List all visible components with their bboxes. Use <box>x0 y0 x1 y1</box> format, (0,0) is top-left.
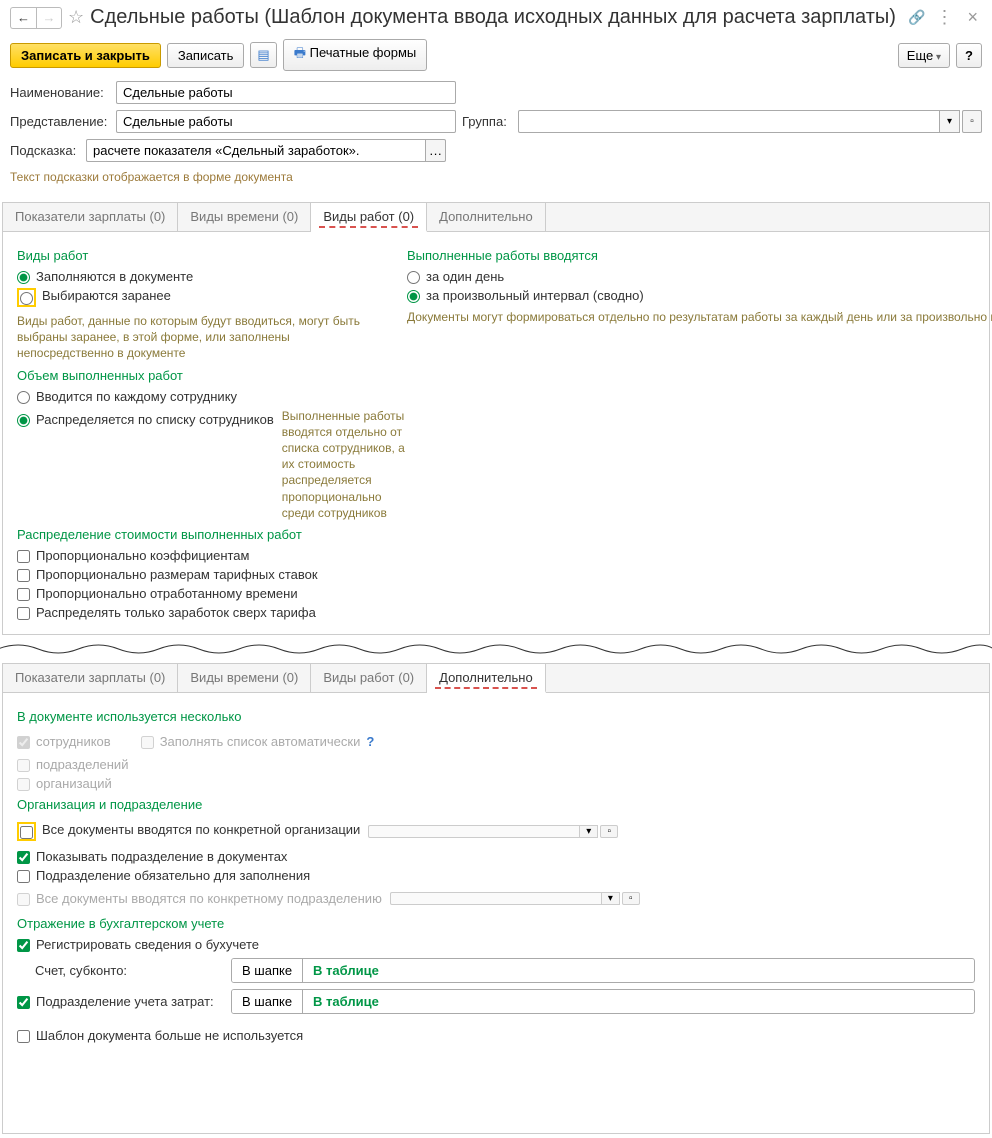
tab2-time-types[interactable]: Виды времени (0) <box>178 664 311 692</box>
radio-per-employee[interactable] <box>17 391 30 404</box>
link-icon[interactable]: 🔗 <box>908 9 925 26</box>
hint-note: Текст подсказки отображается в форме док… <box>10 168 982 192</box>
radio-by-list[interactable] <box>17 414 30 427</box>
section-work-types: Виды работ <box>17 248 377 263</box>
check-autofill <box>141 736 154 749</box>
repr-input[interactable] <box>116 110 456 133</box>
tab2-work-types[interactable]: Виды работ (0) <box>311 664 427 692</box>
favorite-icon[interactable]: ☆ <box>68 7 84 28</box>
check-all-dept <box>17 893 30 906</box>
org-dropdown-icon: ▾ <box>580 825 598 838</box>
toolbar: Записать и закрыть Записать ▤ 🖶 Печатные… <box>0 35 992 75</box>
hint-label: Подсказка: <box>10 143 80 158</box>
torn-separator <box>0 639 992 659</box>
account-header-button[interactable]: В шапке <box>232 959 303 982</box>
group-open-icon[interactable]: ▫ <box>962 110 982 133</box>
help-icon[interactable]: ? <box>366 734 374 749</box>
work-types-note: Виды работ, данные по которым будут ввод… <box>17 313 377 362</box>
cost-dept-toggle: В шапке В таблице <box>231 989 975 1014</box>
repr-label: Представление: <box>10 114 110 129</box>
volume-note: Выполненные работы вводятся отдельно от … <box>282 408 412 521</box>
print-button[interactable]: 🖶 Печатные формы <box>283 39 428 71</box>
group-select[interactable] <box>518 110 940 133</box>
check-show-dept[interactable] <box>17 851 30 864</box>
dept-open-icon: ▫ <box>622 892 640 905</box>
section-multi: В документе используется несколько <box>17 709 975 724</box>
account-toggle: В шапке В таблице <box>231 958 975 983</box>
account-table-button[interactable]: В таблице <box>303 959 389 982</box>
hint-input[interactable] <box>86 139 426 162</box>
section-accounting: Отражение в бухгалтерском учете <box>17 916 975 931</box>
done-works-note: Документы могут формироваться отдельно п… <box>407 309 992 325</box>
tab-salary-indicators[interactable]: Показатели зарплаты (0) <box>3 203 178 231</box>
radio-fill-in-doc[interactable] <box>17 271 30 284</box>
check-not-used[interactable] <box>17 1030 30 1043</box>
org-open-icon: ▫ <box>600 825 618 838</box>
tabs-panel2: Показатели зарплаты (0) Виды времени (0)… <box>3 664 989 693</box>
name-input[interactable] <box>116 81 456 104</box>
kebab-icon[interactable]: ⋮ <box>931 7 957 28</box>
more-button[interactable]: Еще <box>898 43 950 68</box>
costdept-table-button[interactable]: В таблице <box>303 990 389 1013</box>
section-distribution: Распределение стоимости выполненных рабо… <box>17 527 975 542</box>
check-tariff-rates[interactable] <box>17 569 30 582</box>
check-cost-dept[interactable] <box>17 996 30 1009</box>
tab-additional[interactable]: Дополнительно <box>427 203 546 231</box>
close-icon[interactable]: × <box>963 7 982 28</box>
save-close-button[interactable]: Записать и закрыть <box>10 43 161 68</box>
org-select <box>368 825 580 838</box>
account-label: Счет, субконто: <box>17 963 217 978</box>
tabs-panel1: Показатели зарплаты (0) Виды времени (0)… <box>3 203 989 232</box>
nav-back-button[interactable]: ← <box>10 7 36 29</box>
group-dropdown-icon[interactable]: ▾ <box>940 110 960 133</box>
report-icon-button[interactable]: ▤ <box>250 42 276 68</box>
costdept-header-button[interactable]: В шапке <box>232 990 303 1013</box>
nav-forward-button[interactable]: → <box>36 7 62 29</box>
titlebar: ← → ☆ Сдельные работы (Шаблон документа … <box>0 0 992 35</box>
tab-time-types[interactable]: Виды времени (0) <box>178 203 311 231</box>
check-worked-time[interactable] <box>17 588 30 601</box>
check-employees <box>17 736 30 749</box>
section-done-works: Выполненные работы вводятся <box>407 248 992 263</box>
radio-preselected[interactable] <box>20 292 33 305</box>
hint-expand-button[interactable]: … <box>426 139 446 162</box>
check-register-acc[interactable] <box>17 939 30 952</box>
dept-dropdown-icon: ▾ <box>602 892 620 905</box>
save-button[interactable]: Записать <box>167 43 245 68</box>
tab2-additional[interactable]: Дополнительно <box>427 664 546 693</box>
check-coefficients[interactable] <box>17 550 30 563</box>
check-organizations <box>17 778 30 791</box>
tab-work-types[interactable]: Виды работ (0) <box>311 203 427 232</box>
radio-interval[interactable] <box>407 290 420 303</box>
tab2-salary-indicators[interactable]: Показатели зарплаты (0) <box>3 664 178 692</box>
help-button[interactable]: ? <box>956 43 982 68</box>
name-label: Наименование: <box>10 85 110 100</box>
check-all-org[interactable] <box>20 826 33 839</box>
radio-one-day[interactable] <box>407 271 420 284</box>
section-volume: Объем выполненных работ <box>17 368 975 383</box>
check-departments <box>17 759 30 772</box>
dept-select <box>390 892 602 905</box>
section-org: Организация и подразделение <box>17 797 975 812</box>
check-over-tariff[interactable] <box>17 607 30 620</box>
check-dept-required[interactable] <box>17 870 30 883</box>
group-label: Группа: <box>462 114 512 129</box>
page-title: Сдельные работы (Шаблон документа ввода … <box>90 6 902 29</box>
